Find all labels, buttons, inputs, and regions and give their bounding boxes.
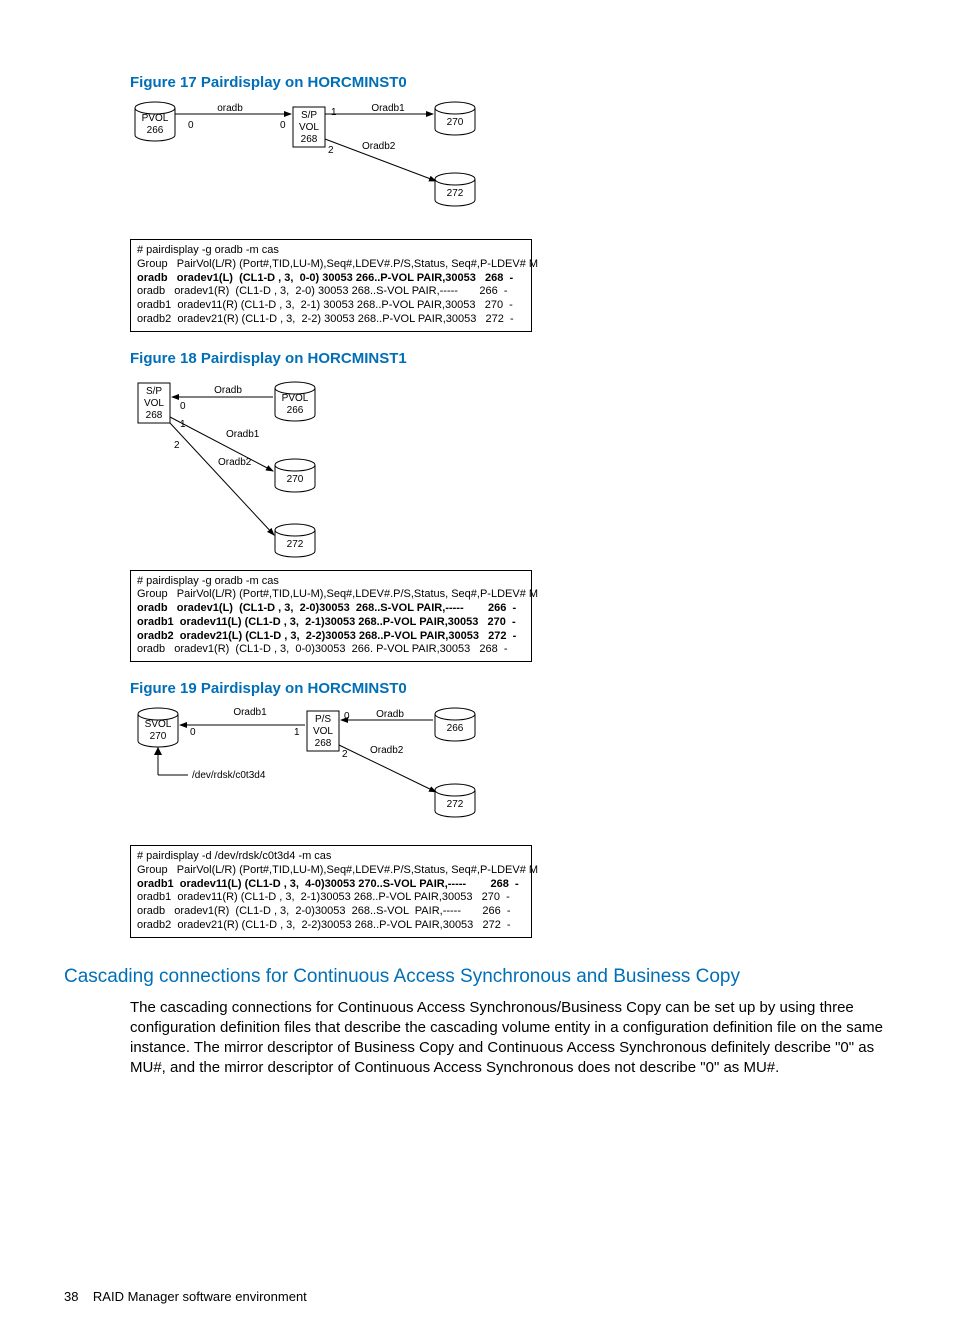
svg-text:0: 0 xyxy=(188,120,194,131)
svg-text:272: 272 xyxy=(447,799,464,810)
svg-text:270: 270 xyxy=(447,117,464,128)
vol-266-cylinder: 266 xyxy=(435,708,475,741)
cmd-output-17: # pairdisplay -g oradb -m cas Group Pair… xyxy=(130,239,532,332)
svol-cylinder: SVOL 270 xyxy=(138,708,178,747)
svg-text:S/P: S/P xyxy=(146,386,162,397)
svg-text:268: 268 xyxy=(301,134,318,145)
vol-272-cylinder: 272 xyxy=(435,173,475,206)
svg-text:Oradb1: Oradb1 xyxy=(233,707,267,718)
svg-text:VOL: VOL xyxy=(313,726,333,737)
section-title: Cascading connections for Continuous Acc… xyxy=(64,966,890,988)
svg-text:268: 268 xyxy=(315,738,332,749)
svg-text:VOL: VOL xyxy=(299,122,319,133)
svg-text:Oradb2: Oradb2 xyxy=(218,457,252,468)
svg-text:270: 270 xyxy=(287,474,304,485)
svg-text:0: 0 xyxy=(190,727,196,738)
svg-text:0: 0 xyxy=(344,711,350,722)
svg-text:2: 2 xyxy=(174,440,180,451)
section-paragraph: The cascading connections for Continuous… xyxy=(130,998,890,1079)
svg-text:266: 266 xyxy=(447,723,464,734)
pvol-cylinder: PVOL 266 xyxy=(135,102,175,141)
svg-text:S/P: S/P xyxy=(301,110,317,121)
vol-272-cylinder: 272 xyxy=(275,524,315,557)
ps-vol-rect: P/S VOL 268 xyxy=(307,711,339,751)
chapter-name: RAID Manager software environment xyxy=(93,1289,307,1304)
figure-19-caption: Figure 19 Pairdisplay on HORCMINST0 xyxy=(130,680,890,697)
page-number: 38 xyxy=(64,1289,78,1304)
svg-text:2: 2 xyxy=(328,145,334,156)
figure-17-diagram: PVOL 266 S/P VOL 268 270 272 oradb 0 0 1… xyxy=(130,99,890,239)
vol-270-cylinder: 270 xyxy=(435,102,475,135)
svg-text:266: 266 xyxy=(287,405,304,416)
svg-text:1: 1 xyxy=(294,727,300,738)
figure-18-caption: Figure 18 Pairdisplay on HORCMINST1 xyxy=(130,350,890,367)
svg-text:PVOL: PVOL xyxy=(282,393,309,404)
vol-270-cylinder: 270 xyxy=(275,459,315,492)
svg-text:270: 270 xyxy=(150,731,167,742)
cmd-output-18: # pairdisplay -g oradb -m cas Group Pair… xyxy=(130,570,532,663)
cmd-output-19: # pairdisplay -d /dev/rdsk/c0t3d4 -m cas… xyxy=(130,845,532,938)
svg-text:268: 268 xyxy=(146,410,163,421)
svg-text:VOL: VOL xyxy=(144,398,164,409)
svg-text:/dev/rdsk/c0t3d4: /dev/rdsk/c0t3d4 xyxy=(192,770,266,781)
svg-text:0: 0 xyxy=(280,120,286,131)
sp-vol-rect: S/P VOL 268 xyxy=(138,383,170,423)
svg-text:P/S: P/S xyxy=(315,714,331,725)
svg-text:1: 1 xyxy=(180,419,186,430)
pvol-cylinder: PVOL 266 xyxy=(275,382,315,421)
svg-text:272: 272 xyxy=(287,539,304,550)
svg-text:SVOL: SVOL xyxy=(145,719,172,730)
sp-vol-rect: S/P VOL 268 xyxy=(293,107,325,147)
svg-text:266: 266 xyxy=(147,125,164,136)
svg-text:272: 272 xyxy=(447,188,464,199)
vol-272-cylinder: 272 xyxy=(435,784,475,817)
svg-text:Oradb1: Oradb1 xyxy=(226,429,260,440)
svg-text:Oradb: Oradb xyxy=(376,709,404,720)
svg-text:oradb: oradb xyxy=(217,103,243,114)
svg-text:PVOL: PVOL xyxy=(142,113,169,124)
figure-19-diagram: SVOL 270 P/S VOL 268 266 272 Oradb1 0 1 … xyxy=(130,705,890,845)
page-footer: 38 RAID Manager software environment xyxy=(64,1289,890,1304)
figure-18-diagram: S/P VOL 268 PVOL 266 270 272 Oradb 0 1 2… xyxy=(130,375,890,570)
svg-text:Oradb2: Oradb2 xyxy=(370,745,404,756)
svg-text:1: 1 xyxy=(331,107,337,118)
svg-text:2: 2 xyxy=(342,749,348,760)
svg-text:Oradb1: Oradb1 xyxy=(371,103,405,114)
svg-text:Oradb: Oradb xyxy=(214,385,242,396)
svg-text:0: 0 xyxy=(180,401,186,412)
figure-17-caption: Figure 17 Pairdisplay on HORCMINST0 xyxy=(130,74,890,91)
svg-text:Oradb2: Oradb2 xyxy=(362,141,396,152)
